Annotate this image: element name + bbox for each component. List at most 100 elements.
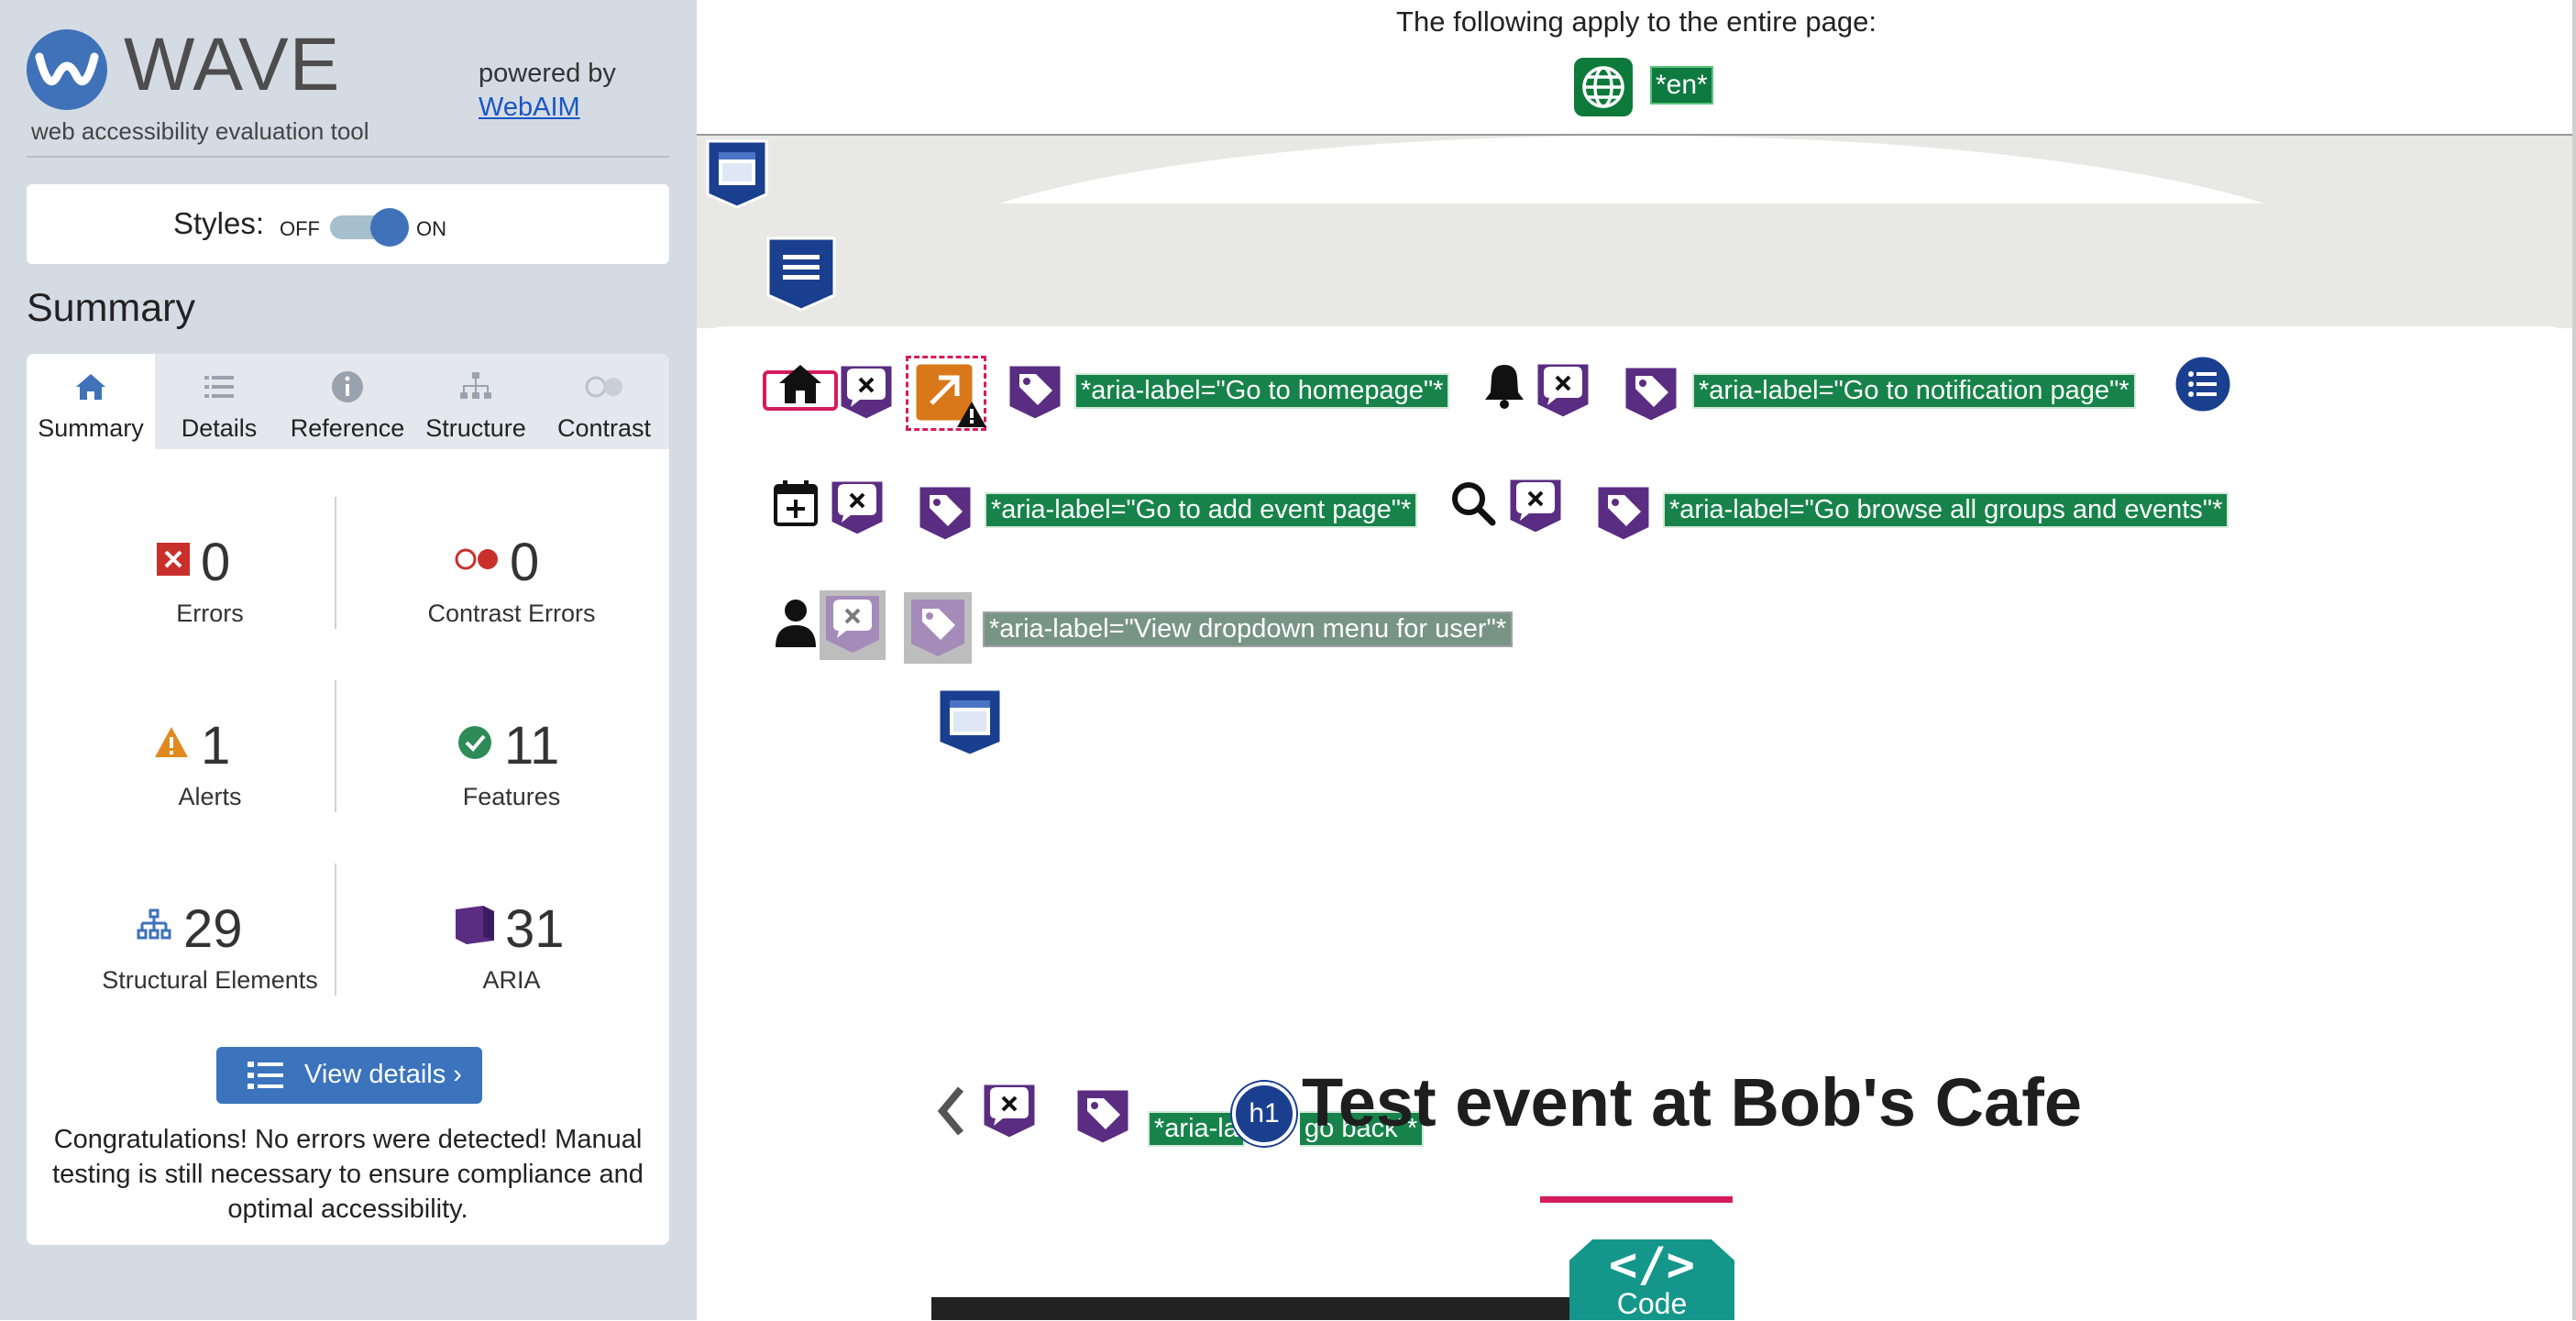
code-badge-symbol: </> xyxy=(1609,1238,1695,1293)
code-badge-label: Code xyxy=(1616,1287,1688,1320)
aria-label-tag-icon[interactable] xyxy=(1619,361,1683,425)
tab-details[interactable]: Details xyxy=(155,354,283,449)
h1-heading-icon[interactable]: h1 xyxy=(1232,1082,1296,1146)
evaluated-page: The following apply to the entire page: … xyxy=(697,0,2576,1320)
structure-icon xyxy=(137,908,171,940)
errors-label: Errors xyxy=(176,600,244,627)
h1-badge-label: h1 xyxy=(1249,1098,1280,1128)
view-details-button[interactable]: View details › xyxy=(216,1047,482,1104)
applies-text: The following apply to the entire page: xyxy=(1396,6,1877,38)
aria-label-tag-icon[interactable] xyxy=(1591,480,1656,545)
tab-structure-label: Structure xyxy=(425,414,526,442)
tab-details-label: Details xyxy=(181,414,258,442)
wave-sidebar: WAVE web accessibility evaluation tool p… xyxy=(0,0,697,1320)
empty-link-error-icon[interactable] xyxy=(825,475,889,539)
home-icon[interactable] xyxy=(776,359,825,409)
summary-panel: Summary Details Reference Structure Cont… xyxy=(27,354,669,1245)
tab-contrast[interactable]: Contrast xyxy=(540,354,668,449)
code-element-icon[interactable]: </> Code xyxy=(1569,1239,1734,1320)
empty-link-error-icon[interactable] xyxy=(1503,473,1568,537)
wave-tagline: web accessibility evaluation tool xyxy=(31,117,369,145)
tab-contrast-label: Contrast xyxy=(556,414,652,442)
divider xyxy=(335,680,336,812)
content-area xyxy=(697,326,2576,1320)
aria-label-browse: *aria-label="Go browse all groups and ev… xyxy=(1663,492,2229,528)
info-icon xyxy=(332,371,363,402)
calendar-add-icon[interactable] xyxy=(772,479,820,528)
aria-label-tag-icon[interactable] xyxy=(1003,359,1067,424)
alert-icon xyxy=(155,727,188,757)
aria-label: ARIA xyxy=(482,966,541,994)
view-details-label: View details › xyxy=(304,1060,462,1089)
tab-reference[interactable]: Reference xyxy=(283,354,412,449)
contrast-error-icon xyxy=(455,548,498,570)
hierarchy-icon xyxy=(460,372,491,399)
search-icon[interactable] xyxy=(1448,479,1498,528)
divider xyxy=(27,156,669,158)
features-count: 11 xyxy=(504,716,560,776)
tab-summary[interactable]: Summary xyxy=(27,354,155,449)
empty-link-error-icon[interactable] xyxy=(818,589,887,662)
aria-label-tag-icon[interactable] xyxy=(913,480,977,545)
divider xyxy=(335,497,336,629)
tab-structure[interactable]: Structure xyxy=(412,354,540,449)
aria-label-notification: *aria-label="Go to notification page"* xyxy=(1692,373,2136,409)
code-screenshot-image xyxy=(931,1297,1577,1320)
region-icon[interactable] xyxy=(935,686,1005,759)
aria-label-user-menu: *aria-label="View dropdown menu for user… xyxy=(983,611,1514,647)
tab-reference-label: Reference xyxy=(290,414,405,442)
styles-on-label: ON xyxy=(416,217,446,240)
home-icon xyxy=(76,374,105,400)
empty-link-error-icon[interactable] xyxy=(977,1078,1041,1142)
styles-toggle-box: Styles: OFF ON xyxy=(27,184,669,264)
navigation-region-icon[interactable] xyxy=(765,235,838,314)
bell-icon[interactable] xyxy=(1481,361,1527,411)
error-icon xyxy=(157,543,190,576)
contrast-errors-count: 0 xyxy=(510,533,540,592)
list-icon xyxy=(204,376,234,398)
styles-off-label: OFF xyxy=(280,217,320,240)
feature-check-icon xyxy=(458,726,491,759)
event-title: Test event at Bob's Cafe xyxy=(1302,1064,2082,1140)
language-globe-icon[interactable] xyxy=(1574,58,1633,116)
wave-logo-text: WAVE xyxy=(124,23,341,106)
contrast-icon xyxy=(585,376,622,398)
errors-count: 0 xyxy=(201,533,231,592)
aria-icon xyxy=(456,906,494,944)
scrollbar[interactable] xyxy=(2572,0,2576,1320)
aria-label-homepage: *aria-label="Go to homepage"* xyxy=(1074,373,1450,409)
contrast-errors-label: Contrast Errors xyxy=(427,600,596,627)
aria-label-tag-icon[interactable] xyxy=(1071,1084,1135,1148)
aria-label-go-back-start: *aria-la xyxy=(1148,1111,1245,1147)
tab-summary-label: Summary xyxy=(38,414,144,442)
list-region-icon[interactable] xyxy=(2171,352,2235,416)
aria-count: 31 xyxy=(505,899,565,959)
powered-by: powered by WebAIM xyxy=(479,57,616,125)
webaim-link[interactable]: WebAIM xyxy=(479,93,580,122)
tab-bar: Summary Details Reference Structure Cont… xyxy=(27,354,669,449)
aria-label-tag-icon[interactable] xyxy=(902,590,974,666)
alerts-label: Alerts xyxy=(178,783,242,810)
language-label: *en* xyxy=(1650,66,1713,105)
aria-label-add-event: *aria-label="Go to add event page"* xyxy=(985,492,1418,528)
wave-logo-icon xyxy=(27,29,107,110)
structural-label: Structural Elements xyxy=(102,966,318,994)
powered-by-text: powered by xyxy=(479,59,616,88)
empty-link-error-icon[interactable] xyxy=(1531,358,1595,422)
title-underline xyxy=(1540,1196,1733,1203)
summary-heading: Summary xyxy=(27,286,195,330)
congrats-message: Congratulations! No errors were detected… xyxy=(52,1125,644,1224)
structural-count: 29 xyxy=(183,899,243,959)
list-icon xyxy=(248,1062,283,1089)
styles-label: Styles: xyxy=(173,206,265,240)
page-wide-annotations: The following apply to the entire page: … xyxy=(697,0,2576,136)
redundant-link-alert-icon[interactable] xyxy=(908,359,990,429)
user-icon[interactable] xyxy=(774,596,818,649)
divider xyxy=(335,864,336,996)
chevron-left-icon[interactable] xyxy=(933,1084,970,1139)
features-label: Features xyxy=(462,783,561,810)
header-region-icon[interactable] xyxy=(704,138,770,211)
alerts-count: 1 xyxy=(201,716,231,776)
styles-toggle-knob[interactable] xyxy=(370,208,409,247)
empty-link-error-icon[interactable] xyxy=(834,359,898,424)
